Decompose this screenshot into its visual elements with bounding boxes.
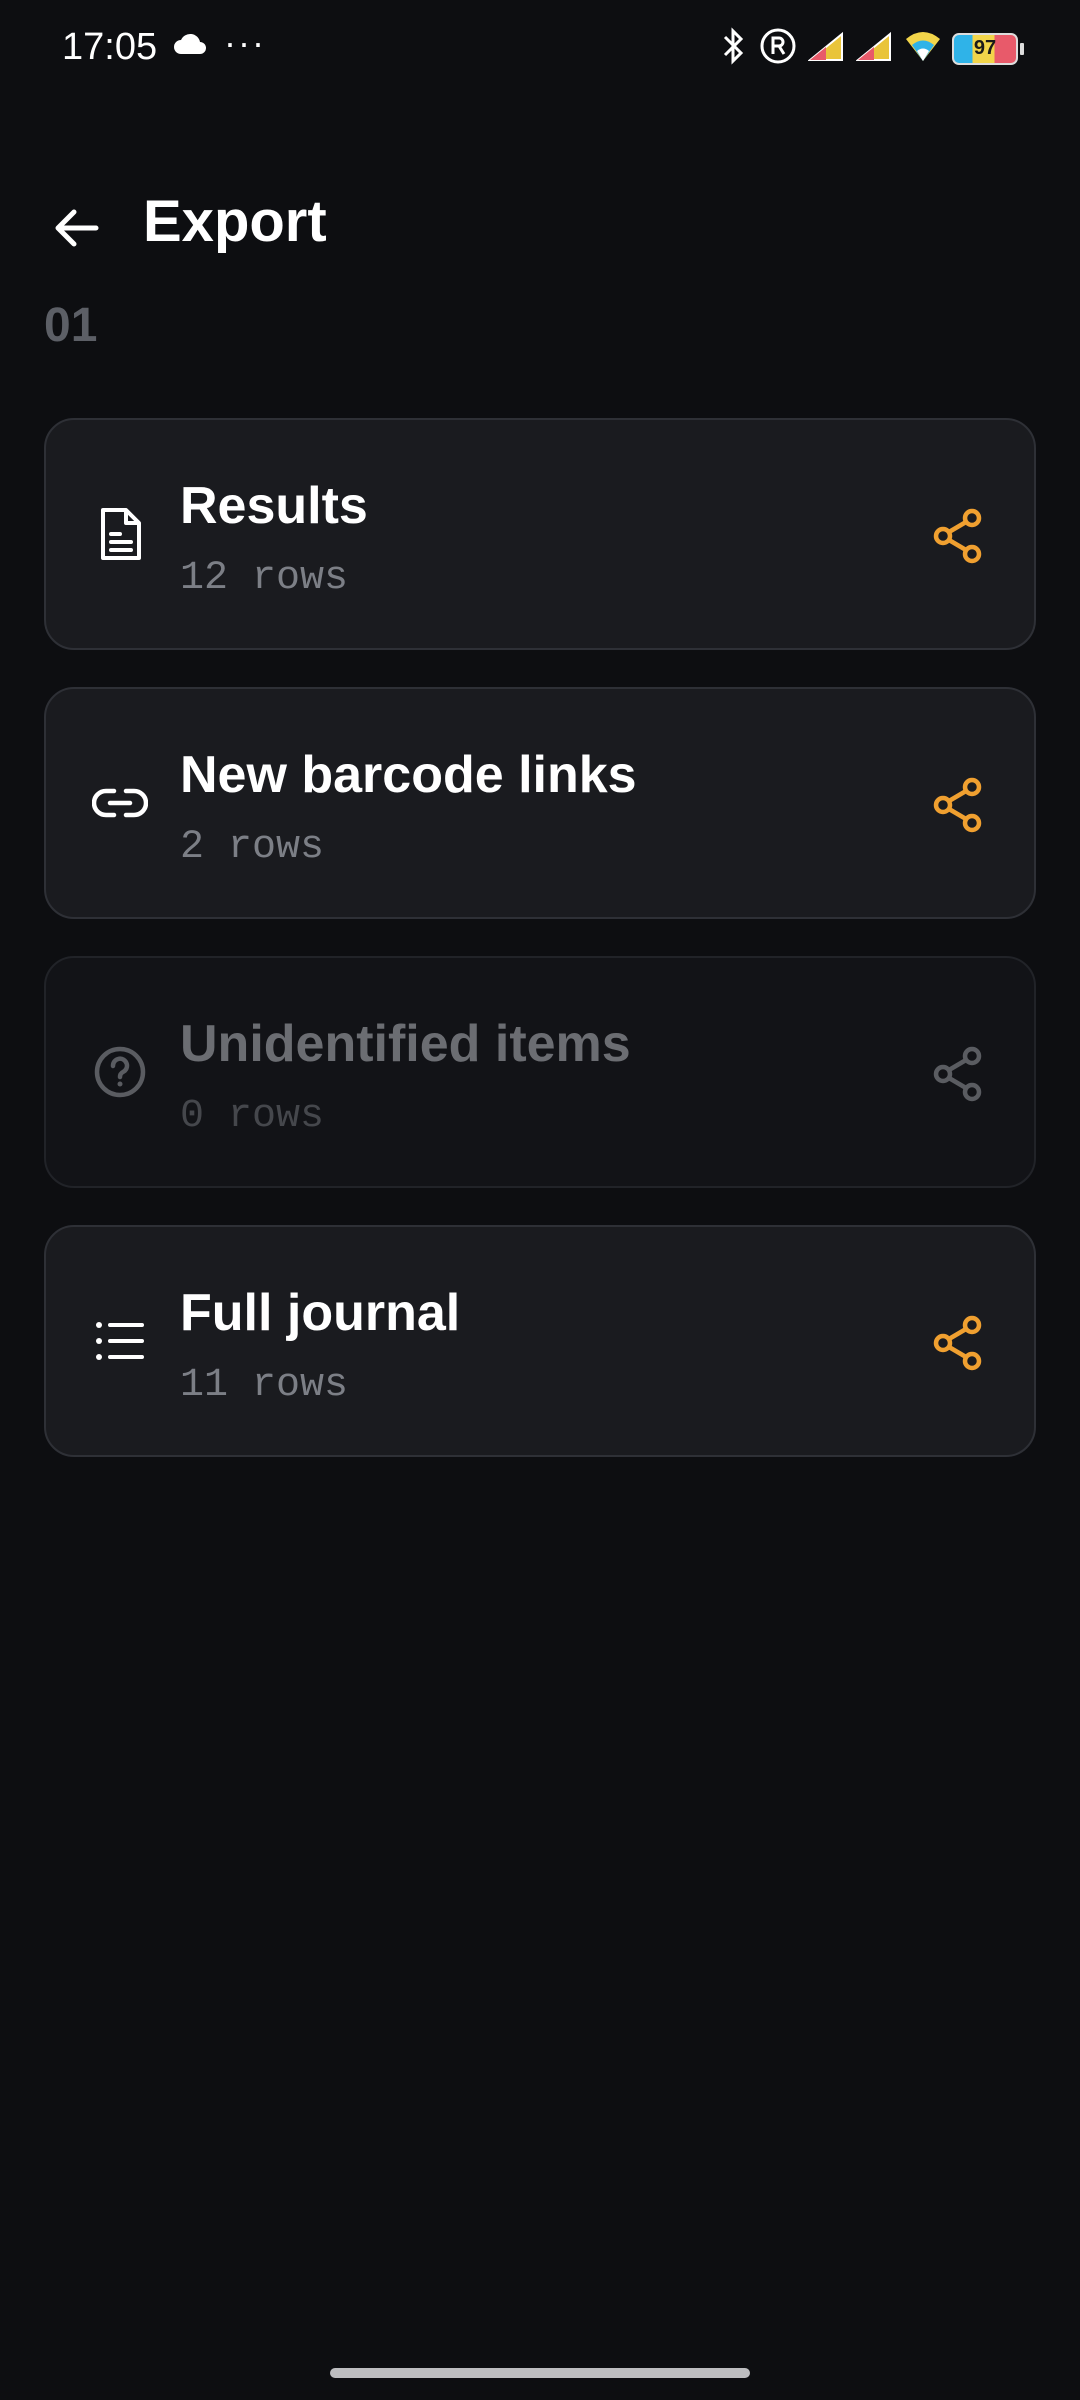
card-row-count: 0 rows bbox=[180, 1094, 325, 1139]
wifi-icon bbox=[904, 29, 942, 68]
share-button[interactable] bbox=[922, 1307, 994, 1379]
battery-icon: 97 bbox=[952, 32, 1024, 65]
signal-icon bbox=[807, 30, 846, 67]
card-title: New barcode links bbox=[180, 746, 637, 804]
share-icon bbox=[933, 508, 982, 564]
arrow-left-icon bbox=[55, 209, 99, 247]
document-icon bbox=[90, 504, 150, 564]
registered-icon bbox=[758, 26, 798, 71]
share-button[interactable] bbox=[922, 500, 994, 572]
export-list: Results 12 rows New barcode links 2 rows bbox=[44, 418, 1036, 1494]
app-bar: Export bbox=[0, 170, 1080, 280]
help-circle-icon bbox=[90, 1042, 150, 1102]
section-label: 01 bbox=[44, 299, 98, 352]
card-row-count: 11 rows bbox=[180, 1363, 349, 1408]
list-icon bbox=[90, 1311, 150, 1371]
share-icon bbox=[933, 1315, 982, 1371]
card-row-count: 12 rows bbox=[180, 556, 349, 601]
share-icon bbox=[933, 1046, 982, 1102]
card-title: Full journal bbox=[180, 1284, 461, 1342]
back-button[interactable] bbox=[40, 192, 112, 264]
export-card-results[interactable]: Results 12 rows bbox=[44, 418, 1036, 650]
export-card-unidentified: Unidentified items 0 rows bbox=[44, 956, 1036, 1188]
signal-icon-2 bbox=[855, 30, 894, 67]
export-card-barcode-links[interactable]: New barcode links 2 rows bbox=[44, 687, 1036, 919]
status-bar: 17:05 ··· 97 bbox=[0, 0, 1080, 100]
export-card-full-journal[interactable]: Full journal 11 rows bbox=[44, 1225, 1036, 1457]
status-time: 17:05 bbox=[62, 26, 158, 68]
share-button bbox=[922, 1038, 994, 1110]
card-title: Unidentified items bbox=[180, 1015, 631, 1073]
card-title: Results bbox=[180, 477, 368, 535]
home-indicator[interactable] bbox=[330, 2368, 750, 2378]
cloud-icon bbox=[172, 32, 208, 61]
link-icon bbox=[90, 773, 150, 833]
bluetooth-icon bbox=[718, 26, 748, 71]
share-button[interactable] bbox=[922, 769, 994, 841]
share-icon bbox=[933, 777, 982, 833]
more-notifications-icon: ··· bbox=[224, 22, 266, 63]
card-row-count: 2 rows bbox=[180, 825, 325, 870]
page-title: Export bbox=[143, 189, 327, 254]
